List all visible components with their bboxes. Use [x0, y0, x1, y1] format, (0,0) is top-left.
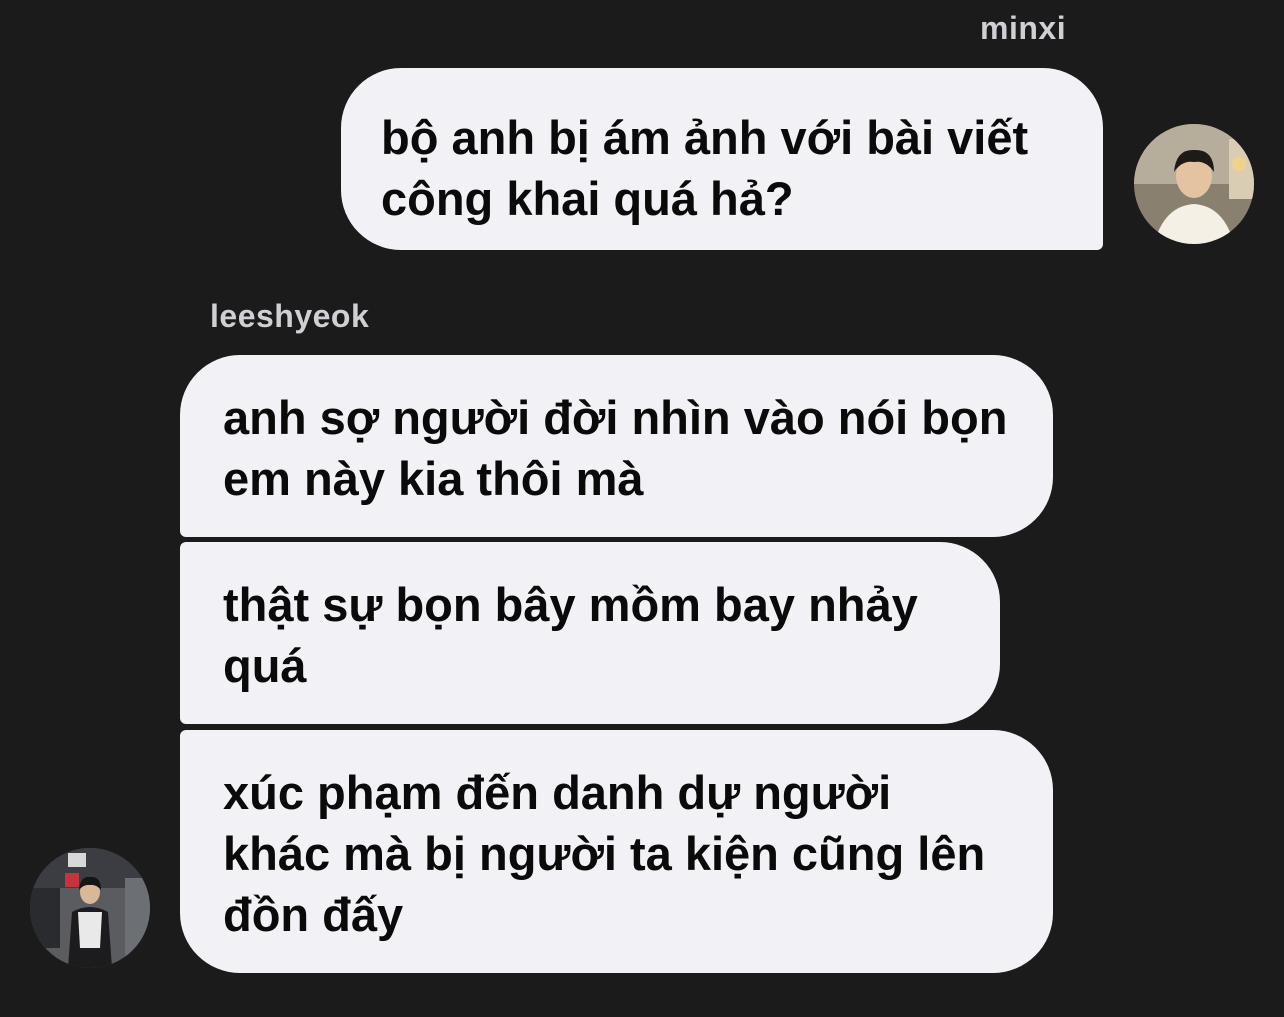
- user-avatar-photo-icon[interactable]: [30, 848, 150, 968]
- sender-name-outgoing: minxi: [980, 10, 1067, 46]
- user-avatar-photo-icon[interactable]: [1134, 124, 1254, 244]
- message-bubble-outgoing[interactable]: bộ anh bị ám ảnh với bài viết công khai …: [341, 68, 1103, 250]
- message-bubble-incoming[interactable]: xúc phạm đến danh dự người khác mà bị ng…: [180, 730, 1053, 973]
- message-bubble-incoming[interactable]: thật sự bọn bây mồm bay nhảy quá: [180, 542, 1000, 724]
- message-bubble-incoming[interactable]: anh sợ người đời nhìn vào nói bọn em này…: [180, 355, 1053, 537]
- chat-screen: minxi bộ anh bị ám ảnh với bài viết công…: [0, 0, 1284, 1017]
- sender-name-incoming: leeshyeok: [210, 298, 370, 334]
